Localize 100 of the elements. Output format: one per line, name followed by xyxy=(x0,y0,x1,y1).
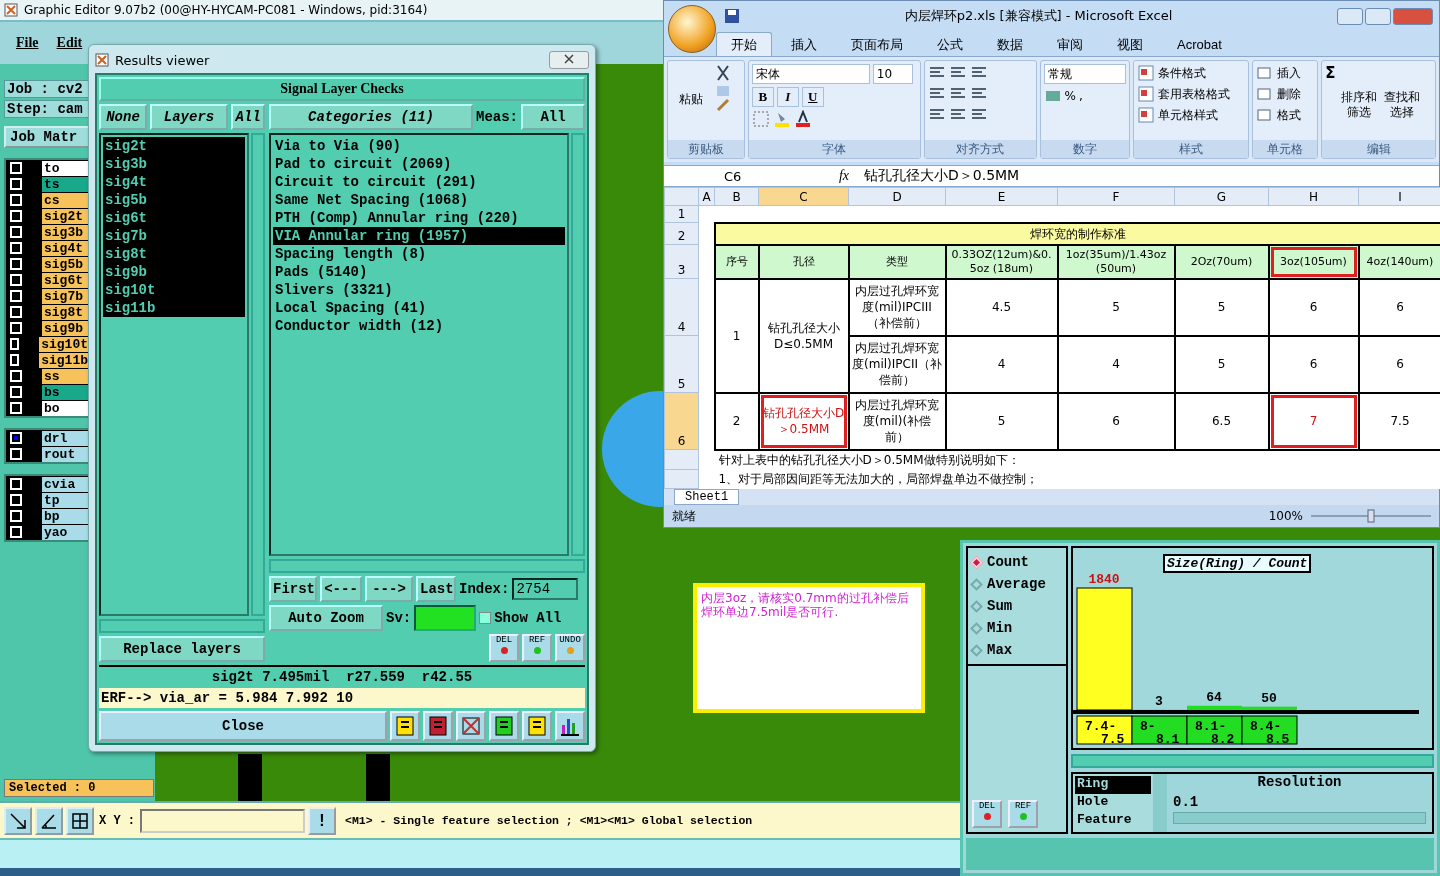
field-item[interactable]: Ring xyxy=(1075,776,1151,794)
ribbon-tab[interactable]: 视图 xyxy=(1102,32,1158,56)
column-header[interactable]: H xyxy=(1268,187,1359,206)
layer-name[interactable]: bp xyxy=(42,508,88,524)
layer-name[interactable]: sig8t xyxy=(42,304,88,320)
all-button[interactable]: All xyxy=(231,104,265,130)
small-button[interactable]: REF xyxy=(1008,800,1038,828)
edit-menu-button[interactable]: 排序和筛选 xyxy=(1338,64,1379,120)
column-header[interactable]: F xyxy=(1057,187,1175,206)
layer-name[interactable]: ss xyxy=(42,368,88,384)
cells-menu-button[interactable]: 插入 xyxy=(1256,64,1315,82)
format-button[interactable]: I xyxy=(776,87,799,107)
close-button[interactable]: Close xyxy=(99,711,387,741)
category-item[interactable]: Spacing length (8) xyxy=(273,245,565,263)
small-button[interactable]: REF xyxy=(522,634,552,662)
job-matrix-button[interactable]: Job Matr xyxy=(4,126,90,148)
layer-item[interactable]: sig11b xyxy=(103,299,245,317)
category-item[interactable]: Pad to circuit (2069) xyxy=(273,155,565,173)
percent-button[interactable]: % xyxy=(1064,89,1076,103)
number-format-dropdown[interactable]: 常规 xyxy=(1043,64,1126,84)
row-header[interactable]: 5 xyxy=(664,335,699,393)
ribbon-tab[interactable]: 页面布局 xyxy=(836,32,918,56)
ribbon-tab[interactable]: 数据 xyxy=(982,32,1038,56)
menu-item[interactable]: File xyxy=(16,35,39,51)
layer-name[interactable]: bo xyxy=(42,400,88,416)
layer-name[interactable]: sig11b xyxy=(39,352,88,368)
field-item[interactable]: Feature xyxy=(1075,812,1151,830)
column-header[interactable]: D xyxy=(848,187,946,206)
small-button[interactable]: UNDO xyxy=(555,634,585,662)
category-item[interactable]: Pads (5140) xyxy=(273,263,565,281)
column-header[interactable]: B xyxy=(714,187,759,206)
column-header[interactable]: E xyxy=(945,187,1058,206)
name-box[interactable]: C6 xyxy=(664,168,824,184)
layer-name[interactable]: cvia xyxy=(42,476,88,492)
formula-field[interactable]: 钻孔孔径大小D＞0.5MM xyxy=(864,167,1020,185)
layer-item[interactable]: sig2t xyxy=(103,137,245,155)
nav-button[interactable]: Last xyxy=(416,576,456,602)
layer-name[interactable]: sig7b xyxy=(42,288,88,304)
comma-button[interactable]: , xyxy=(1078,89,1083,103)
replace-layers-button[interactable]: Replace layers xyxy=(99,636,265,662)
mode-option[interactable]: Count xyxy=(972,554,1062,570)
small-button[interactable]: DEL xyxy=(972,800,1002,828)
nav-button[interactable]: First xyxy=(269,576,317,602)
row-header[interactable]: 3 xyxy=(664,244,699,279)
style-menu-button[interactable]: 条件格式 xyxy=(1136,64,1246,82)
categories-button[interactable]: Categories (11) xyxy=(269,104,473,130)
layer-name[interactable]: sig2t xyxy=(42,208,88,224)
none-button[interactable]: None xyxy=(99,104,147,130)
layer-name[interactable]: to xyxy=(42,160,88,176)
layer-item[interactable]: sig7b xyxy=(103,227,245,245)
layer-name[interactable]: rout xyxy=(42,446,88,462)
layer-name[interactable]: sig3b xyxy=(42,224,88,240)
meas-dropdown[interactable]: All xyxy=(521,104,585,130)
format-button[interactable]: B xyxy=(751,87,774,107)
layer-item[interactable]: sig5b xyxy=(103,191,245,209)
mode-option[interactable]: Average xyxy=(972,576,1062,592)
category-item[interactable]: Slivers (3321) xyxy=(273,281,565,299)
row-header[interactable]: 4 xyxy=(664,278,699,336)
font-size-dropdown[interactable]: 10 xyxy=(872,64,913,84)
category-item[interactable]: Conductor width (12) xyxy=(273,317,565,335)
row-header[interactable]: 6 xyxy=(664,392,699,450)
ribbon-tab[interactable]: 公式 xyxy=(922,32,978,56)
autosum-button[interactable]: Σ xyxy=(1325,64,1336,82)
font-name-dropdown[interactable]: 宋体 xyxy=(751,64,870,84)
cells-menu-button[interactable]: 删除 xyxy=(1256,85,1315,103)
format-button[interactable]: U xyxy=(801,87,824,107)
layer-name[interactable]: bs xyxy=(42,384,88,400)
column-header[interactable]: I xyxy=(1358,187,1440,206)
small-button[interactable]: DEL xyxy=(489,634,519,662)
layer-item[interactable]: sig8t xyxy=(103,245,245,263)
mode-option[interactable]: Max xyxy=(972,642,1062,658)
nav-button[interactable]: ---> xyxy=(365,576,413,602)
ribbon-tab[interactable]: Acrobat xyxy=(1162,32,1237,56)
mode-option[interactable]: Sum xyxy=(972,598,1062,614)
layer-name[interactable]: sig10t xyxy=(39,336,88,352)
ribbon-tab[interactable]: 开始 xyxy=(716,32,772,56)
layer-item[interactable]: sig9b xyxy=(103,263,245,281)
column-header[interactable]: C xyxy=(758,187,849,206)
layer-item[interactable]: sig10t xyxy=(103,281,245,299)
layer-name[interactable]: sig4t xyxy=(42,240,88,256)
sheet-tab[interactable]: Sheet1 xyxy=(674,489,740,505)
menu-item[interactable]: Edit xyxy=(56,35,83,51)
category-item[interactable]: PTH (Comp) Annular ring (220) xyxy=(273,209,565,227)
auto-zoom-dropdown[interactable]: Auto Zoom xyxy=(269,605,383,631)
layer-name[interactable]: yao xyxy=(42,524,88,540)
edit-menu-button[interactable]: 查找和选择 xyxy=(1381,64,1422,120)
category-item[interactable]: Circuit to circuit (291) xyxy=(273,173,565,191)
layer-item[interactable]: sig4t xyxy=(103,173,245,191)
layer-name[interactable]: ts xyxy=(42,176,88,192)
layer-name[interactable]: tp xyxy=(42,492,88,508)
row-header[interactable]: 2 xyxy=(664,222,699,245)
category-item[interactable]: VIA Annular ring (1957) xyxy=(273,227,565,245)
layer-name[interactable]: sig9b xyxy=(42,320,88,336)
paste-button[interactable]: 粘贴 xyxy=(671,64,711,137)
nav-button[interactable]: <--- xyxy=(320,576,362,602)
field-item[interactable]: Hole xyxy=(1075,794,1151,812)
layers-button[interactable]: Layers xyxy=(150,104,228,130)
ribbon-tab[interactable]: 审阅 xyxy=(1042,32,1098,56)
style-menu-button[interactable]: 单元格样式 xyxy=(1136,106,1246,124)
category-item[interactable]: Via to Via (90) xyxy=(273,137,565,155)
